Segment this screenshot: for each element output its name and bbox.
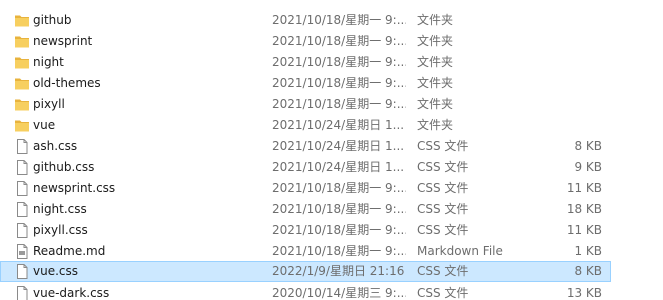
file-name: vue-dark.css [33,286,110,300]
file-size: 13 KB [566,286,602,300]
file-row[interactable]: pixyll.css 2021/10/18/星期一 9:... CSS 文件 11 K… [0,220,611,241]
file-row[interactable]: vue.css 2022/1/9/星期日 21:16 CSS 文件 8 KB [0,261,611,282]
folder-icon [14,13,30,28]
file-type: CSS 文件 [417,264,469,278]
file-date-modified: 2021/10/18/星期一 9:... [272,97,406,111]
file-type: 文件夹 [417,13,454,27]
file-name: github [33,13,72,27]
file-name: pixyll [33,97,65,111]
file-name: old-themes [33,76,101,90]
document-icon [14,286,30,300]
file-row[interactable]: night.css 2021/10/18/星期一 9:... CSS 文件 18 KB [0,199,611,220]
folder-icon [14,76,30,91]
file-type: 文件夹 [417,34,454,48]
file-date-modified: 2021/10/18/星期一 9:... [272,13,406,27]
file-date-modified: 2021/10/18/星期一 9:... [272,34,406,48]
file-date-modified: 2021/10/18/星期一 9:... [272,76,406,90]
file-date-modified: 2021/10/24/星期日 1... [272,139,405,153]
file-name: night [33,55,64,69]
file-row[interactable]: newsprint 2021/10/18/星期一 9:... 文件夹 [0,31,611,52]
file-name: newsprint.css [33,181,116,195]
folder-icon [14,97,30,112]
file-size: 11 KB [566,181,602,195]
file-row[interactable]: vue 2021/10/24/星期日 1... 文件夹 [0,115,611,136]
document-icon [14,223,30,238]
file-type: CSS 文件 [417,139,469,153]
file-date-modified: 2021/10/18/星期一 9:... [272,244,406,258]
file-date-modified: 2021/10/24/星期日 1... [272,160,405,174]
file-type: 文件夹 [417,76,454,90]
file-type: 文件夹 [417,97,454,111]
file-row[interactable]: github.css 2021/10/24/星期日 1... CSS 文件 9 KB [0,157,611,178]
file-row[interactable]: ash.css 2021/10/24/星期日 1... CSS 文件 8 KB [0,136,611,157]
file-date-modified: 2022/1/9/星期日 21:16 [272,264,405,278]
file-type: CSS 文件 [417,286,469,300]
file-row[interactable]: old-themes 2021/10/18/星期一 9:... 文件夹 [0,73,611,94]
file-size: 18 KB [566,202,602,216]
file-date-modified: 2021/10/18/星期一 9:... [272,181,406,195]
file-date-modified: 2020/10/14/星期三 9:... [272,286,406,300]
document-icon [14,139,30,154]
file-size: 1 KB [574,244,602,258]
document-icon [14,202,30,217]
file-name: pixyll.css [33,223,88,237]
document-icon [14,160,30,175]
file-size: 8 KB [574,139,602,153]
file-row[interactable]: vue-dark.css 2020/10/14/星期三 9:... CSS 文件 13… [0,283,611,300]
file-size: 11 KB [566,223,602,237]
file-type: CSS 文件 [417,181,469,195]
file-size: 8 KB [574,264,602,278]
file-row[interactable]: Readme.md 2021/10/18/星期一 9:... Markdown Fi… [0,241,611,262]
file-row[interactable]: pixyll 2021/10/18/星期一 9:... 文件夹 [0,94,611,115]
file-name: github.css [33,160,95,174]
file-row[interactable]: github 2021/10/18/星期一 9:... 文件夹 [0,10,611,31]
file-name: Readme.md [33,244,106,258]
document-icon [14,181,30,196]
file-size: 9 KB [574,160,602,174]
file-name: newsprint [33,34,93,48]
file-name: vue.css [33,264,79,278]
file-row[interactable]: night 2021/10/18/星期一 9:... 文件夹 [0,52,611,73]
document-icon [14,264,30,279]
file-date-modified: 2021/10/18/星期一 9:... [272,202,406,216]
file-date-modified: 2021/10/24/星期日 1... [272,118,405,132]
file-name: night.css [33,202,87,216]
file-type: CSS 文件 [417,202,469,216]
file-row[interactable]: newsprint.css 2021/10/18/星期一 9:... CSS 文件 1… [0,178,611,199]
file-name: ash.css [33,139,78,153]
file-type: Markdown File [417,244,503,258]
file-type: 文件夹 [417,118,454,132]
folder-icon [14,34,30,49]
folder-icon [14,118,30,133]
file-list: github 2021/10/18/星期一 9:... 文件夹 newsprint 20… [0,0,663,300]
file-type: CSS 文件 [417,160,469,174]
folder-icon [14,55,30,70]
file-date-modified: 2021/10/18/星期一 9:... [272,55,406,69]
file-name: vue [33,118,56,132]
markdown-file-icon [14,244,30,259]
file-type: CSS 文件 [417,223,469,237]
file-type: 文件夹 [417,55,454,69]
file-date-modified: 2021/10/18/星期一 9:... [272,223,406,237]
